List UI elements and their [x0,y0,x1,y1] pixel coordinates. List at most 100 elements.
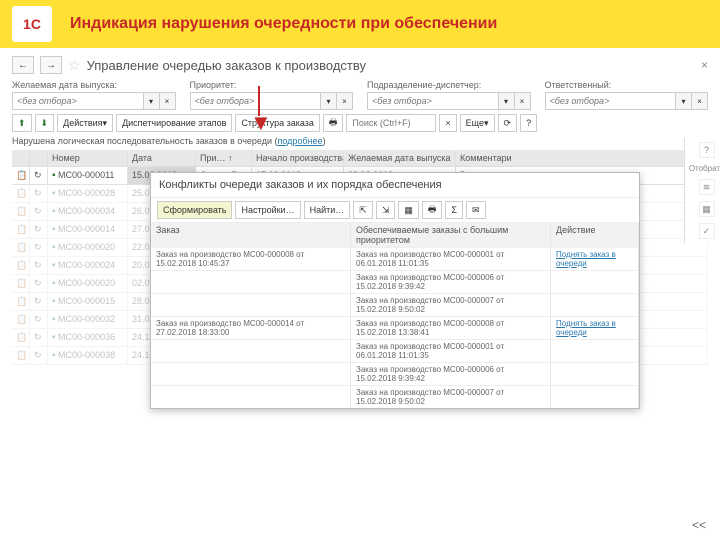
search-input[interactable] [346,114,436,132]
collapse-icon[interactable]: ⇱ [353,201,373,219]
col-priority[interactable]: При… ↑ [196,150,252,167]
spreadsheet-icon[interactable]: ▦ [398,201,419,219]
popup-row[interactable]: Заказ на производство MC00-000006 от 15.… [151,363,639,386]
row-doc-icon: 📋 [12,167,30,185]
col-wish[interactable]: Желаемая дата выпуска [344,150,456,167]
doc-icon: ▪ [52,206,56,217]
warning-line: Нарушена логическая последовательность з… [12,136,708,146]
footer-back[interactable]: << [692,518,706,532]
actions-menu[interactable]: Действия ▾ [57,114,113,132]
raise-order-link[interactable]: Поднять заказ в очереди [556,250,616,268]
print-icon[interactable]: 🖶 [323,114,344,132]
mail-icon[interactable]: ✉ [466,201,486,219]
row-doc-icon: 📋 [12,329,30,347]
clear-icon[interactable]: × [337,92,353,110]
row-status-icon: ↻ [30,239,48,257]
doc-icon: ▪ [52,224,56,235]
doc-icon: ▪ [52,296,56,307]
nav-back-button[interactable]: ← [12,56,34,74]
logo-text: 1C [23,16,41,32]
col-date[interactable]: Дата [128,150,196,167]
panel-help-icon[interactable]: ? [699,142,715,158]
popup-title: Конфликты очереди заказов и их порядка о… [151,173,639,197]
popup-row[interactable]: Заказ на производство MC00-000007 от 15.… [151,386,639,408]
filter-priority-label: Приоритет: [190,80,354,90]
print-icon[interactable]: 🖶 [422,201,443,219]
row-status-icon: ↻ [30,167,48,185]
popup-row[interactable]: Заказ на производство MC00-000006 от 15.… [151,271,639,294]
row-doc-icon: 📋 [12,275,30,293]
settings-button[interactable]: Настройки… [235,201,300,219]
row-status-icon: ↻ [30,347,48,365]
dropdown-icon[interactable]: ▾ [676,92,692,110]
filter-priority-input[interactable] [190,92,322,110]
popup-col-action: Действие [551,223,639,248]
col-number[interactable]: Номер [48,150,128,167]
struct-button[interactable]: Структура заказа [235,114,320,132]
clear-icon[interactable]: × [692,92,708,110]
main-toolbar: ⬆ ⬇ Действия ▾ Диспетчирование этапов Ст… [12,114,708,132]
clear-icon[interactable]: × [515,92,531,110]
row-doc-icon: 📋 [12,293,30,311]
doc-icon: ▪ [52,242,56,253]
row-status-icon: ↻ [30,203,48,221]
refresh-icon[interactable]: ⟳ [498,114,518,132]
close-icon[interactable]: × [701,58,708,72]
popup-row[interactable]: Заказ на производство MC00-000007 от 15.… [151,294,639,317]
row-status-icon: ↻ [30,257,48,275]
row-doc-icon: 📋 [12,239,30,257]
row-doc-icon: 📋 [12,257,30,275]
row-doc-icon: 📋 [12,311,30,329]
doc-icon: ▪ [52,350,56,361]
nav-fwd-button[interactable]: → [40,56,62,74]
dispatch-button[interactable]: Диспетчирование этапов [116,114,232,132]
page-title: Управление очередью заказов к производст… [87,58,366,73]
nav-row: ← → ☆ Управление очередью заказов к прои… [12,56,708,74]
popup-grid-header: Заказ Обеспечиваемые заказы с большим пр… [151,223,639,248]
filter-resp-input[interactable] [545,92,677,110]
panel-check-icon[interactable]: ✓ [699,223,715,239]
dropdown-icon[interactable]: ▾ [144,92,160,110]
favorite-icon[interactable]: ☆ [68,57,81,74]
logo: 1C [12,6,52,42]
doc-icon: ▪ [52,278,56,289]
dropdown-icon[interactable]: ▾ [321,92,337,110]
right-panel-label: Отобрать [689,164,720,173]
conflicts-popup: Конфликты очереди заказов и их порядка о… [150,172,640,409]
popup-row[interactable]: Заказ на производство MC00-000001 от 06.… [151,340,639,363]
row-status-icon: ↻ [30,311,48,329]
panel-filter-icon[interactable]: ≋ [699,179,715,195]
find-button[interactable]: Найти… [304,201,351,219]
popup-col-order: Заказ [151,223,351,248]
row-doc-icon: 📋 [12,203,30,221]
col-start[interactable]: Начало производства [252,150,344,167]
filter-bar: Желаемая дата выпуска: ▾× Приоритет: ▾× … [12,80,708,110]
search-clear-icon[interactable]: × [439,114,456,132]
down-button[interactable]: ⬇ [35,114,55,132]
sum-icon[interactable]: Σ [445,201,463,219]
popup-toolbar: Сформировать Настройки… Найти… ⇱ ⇲ ▦ 🖶 Σ… [151,197,639,223]
form-button[interactable]: Сформировать [157,201,232,219]
raise-order-link[interactable]: Поднять заказ в очереди [556,319,616,337]
slide-title: Индикация нарушения очередности при обес… [70,15,497,33]
popup-row[interactable]: Заказ на производство MC00-000008 от 15.… [151,248,639,271]
help-icon[interactable]: ? [520,114,537,132]
row-status-icon: ↻ [30,293,48,311]
dropdown-icon[interactable]: ▾ [499,92,515,110]
app-header: 1C Индикация нарушения очередности при о… [0,0,720,48]
row-status-icon: ↻ [30,275,48,293]
panel-grid-icon[interactable]: ▦ [699,201,715,217]
filter-date-label: Желаемая дата выпуска: [12,80,176,90]
col-comment[interactable]: Комментари [456,150,708,167]
row-status-icon: ↻ [30,329,48,347]
doc-icon: ▪ [52,314,56,325]
expand-icon[interactable]: ⇲ [376,201,396,219]
warning-details-link[interactable]: подробнее [277,136,322,146]
filter-date-input[interactable] [12,92,144,110]
more-menu[interactable]: Еще ▾ [460,114,495,132]
filter-dept-input[interactable] [367,92,499,110]
clear-icon[interactable]: × [160,92,176,110]
grid-header: Номер Дата При… ↑ Начало производства Же… [12,150,708,167]
up-button[interactable]: ⬆ [12,114,32,132]
popup-row[interactable]: Заказ на производство MC00-000014 от 27.… [151,317,639,340]
